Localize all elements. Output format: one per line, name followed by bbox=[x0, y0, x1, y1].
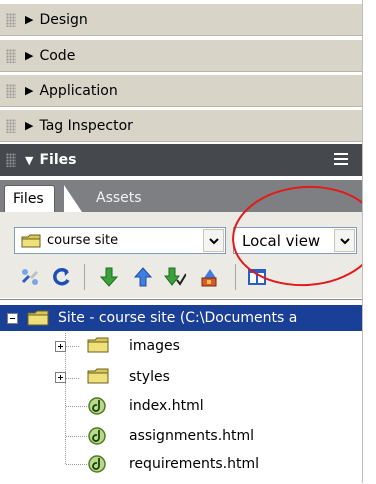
tree-item-index-html[interactable]: index.html bbox=[87, 395, 204, 417]
put-files-icon[interactable] bbox=[130, 264, 156, 290]
files-panel-header[interactable]: ▼ Files bbox=[0, 144, 362, 176]
site-select[interactable]: course site bbox=[14, 227, 226, 254]
grip-handle-icon[interactable] bbox=[6, 12, 16, 27]
expand-toggle-icon[interactable] bbox=[55, 341, 66, 352]
tree-connector bbox=[65, 333, 66, 465]
tree-connector bbox=[66, 378, 80, 379]
tree-item-label: styles bbox=[129, 369, 170, 385]
site-root-label: Site - course site (C:\Documents a bbox=[58, 310, 298, 326]
folder-icon bbox=[27, 310, 49, 326]
code-panel[interactable]: ▶ Code bbox=[0, 40, 362, 72]
collapse-toggle-icon[interactable] bbox=[7, 313, 18, 324]
tree-item-label: index.html bbox=[129, 398, 204, 414]
expand-arrow-icon[interactable]: ▶ bbox=[25, 49, 33, 62]
tree-connector bbox=[66, 406, 88, 407]
collapse-arrow-icon[interactable]: ▼ bbox=[25, 154, 33, 167]
connect-icon[interactable] bbox=[17, 264, 43, 290]
panel-title-design: Design bbox=[39, 11, 88, 28]
tree-item-label: images bbox=[129, 338, 180, 354]
chevron-down-icon[interactable] bbox=[334, 229, 355, 252]
site-select-value: course site bbox=[47, 233, 119, 248]
options-menu-icon[interactable] bbox=[334, 153, 348, 165]
folder-icon bbox=[87, 337, 109, 353]
panel-title-application: Application bbox=[39, 82, 118, 99]
tree-connector bbox=[66, 436, 88, 437]
get-files-icon[interactable] bbox=[96, 264, 122, 290]
expand-arrow-icon[interactable]: ▶ bbox=[25, 84, 33, 97]
application-panel[interactable]: ▶ Application bbox=[0, 75, 362, 107]
site-root-row[interactable]: Site - course site (C:\Documents a bbox=[0, 305, 362, 331]
tree-connector bbox=[66, 464, 88, 465]
tree-connector bbox=[66, 346, 80, 347]
check-in-icon[interactable] bbox=[195, 264, 221, 290]
refresh-icon[interactable] bbox=[49, 264, 75, 290]
toolbar-separator bbox=[84, 264, 85, 290]
view-select[interactable]: Local view bbox=[233, 227, 357, 254]
tree-item-assignments-html[interactable]: assignments.html bbox=[87, 425, 254, 447]
tag-inspector-panel[interactable]: ▶ Tag Inspector bbox=[0, 110, 362, 142]
html-file-icon bbox=[88, 427, 106, 445]
panel-title-files: Files bbox=[39, 152, 77, 168]
tab-assets[interactable]: Assets bbox=[76, 185, 152, 212]
expand-toggle-icon[interactable] bbox=[55, 372, 66, 383]
tree-item-label: requirements.html bbox=[129, 456, 260, 472]
grip-handle-icon[interactable] bbox=[6, 118, 16, 133]
folder-icon bbox=[21, 234, 41, 247]
expand-icon[interactable] bbox=[244, 264, 270, 290]
grip-handle-icon[interactable] bbox=[6, 48, 16, 63]
folder-icon bbox=[87, 368, 109, 384]
tab-bar: Files Assets bbox=[0, 180, 362, 212]
window-edge bbox=[362, 0, 376, 483]
view-select-value: Local view bbox=[242, 231, 321, 250]
file-tree: Site - course site (C:\Documents a image… bbox=[0, 299, 362, 484]
tree-item-requirements-html[interactable]: requirements.html bbox=[87, 453, 259, 475]
panel-title-code: Code bbox=[39, 47, 76, 64]
html-file-icon bbox=[88, 397, 106, 415]
check-out-icon[interactable] bbox=[162, 264, 188, 290]
panel-title-tag-inspector: Tag Inspector bbox=[39, 117, 133, 134]
expand-arrow-icon[interactable]: ▶ bbox=[25, 119, 33, 132]
grip-handle-icon[interactable] bbox=[6, 83, 16, 98]
html-file-icon bbox=[88, 455, 106, 473]
grip-handle-icon[interactable] bbox=[6, 153, 16, 167]
toolbar-separator bbox=[235, 264, 236, 290]
files-toolbar-area: course site Local view bbox=[0, 212, 362, 298]
expand-arrow-icon[interactable]: ▶ bbox=[25, 13, 33, 26]
design-panel[interactable]: ▶ Design bbox=[0, 4, 362, 36]
tree-item-label: assignments.html bbox=[129, 428, 255, 444]
chevron-down-icon[interactable] bbox=[203, 229, 224, 252]
tab-files[interactable]: Files bbox=[4, 185, 55, 212]
